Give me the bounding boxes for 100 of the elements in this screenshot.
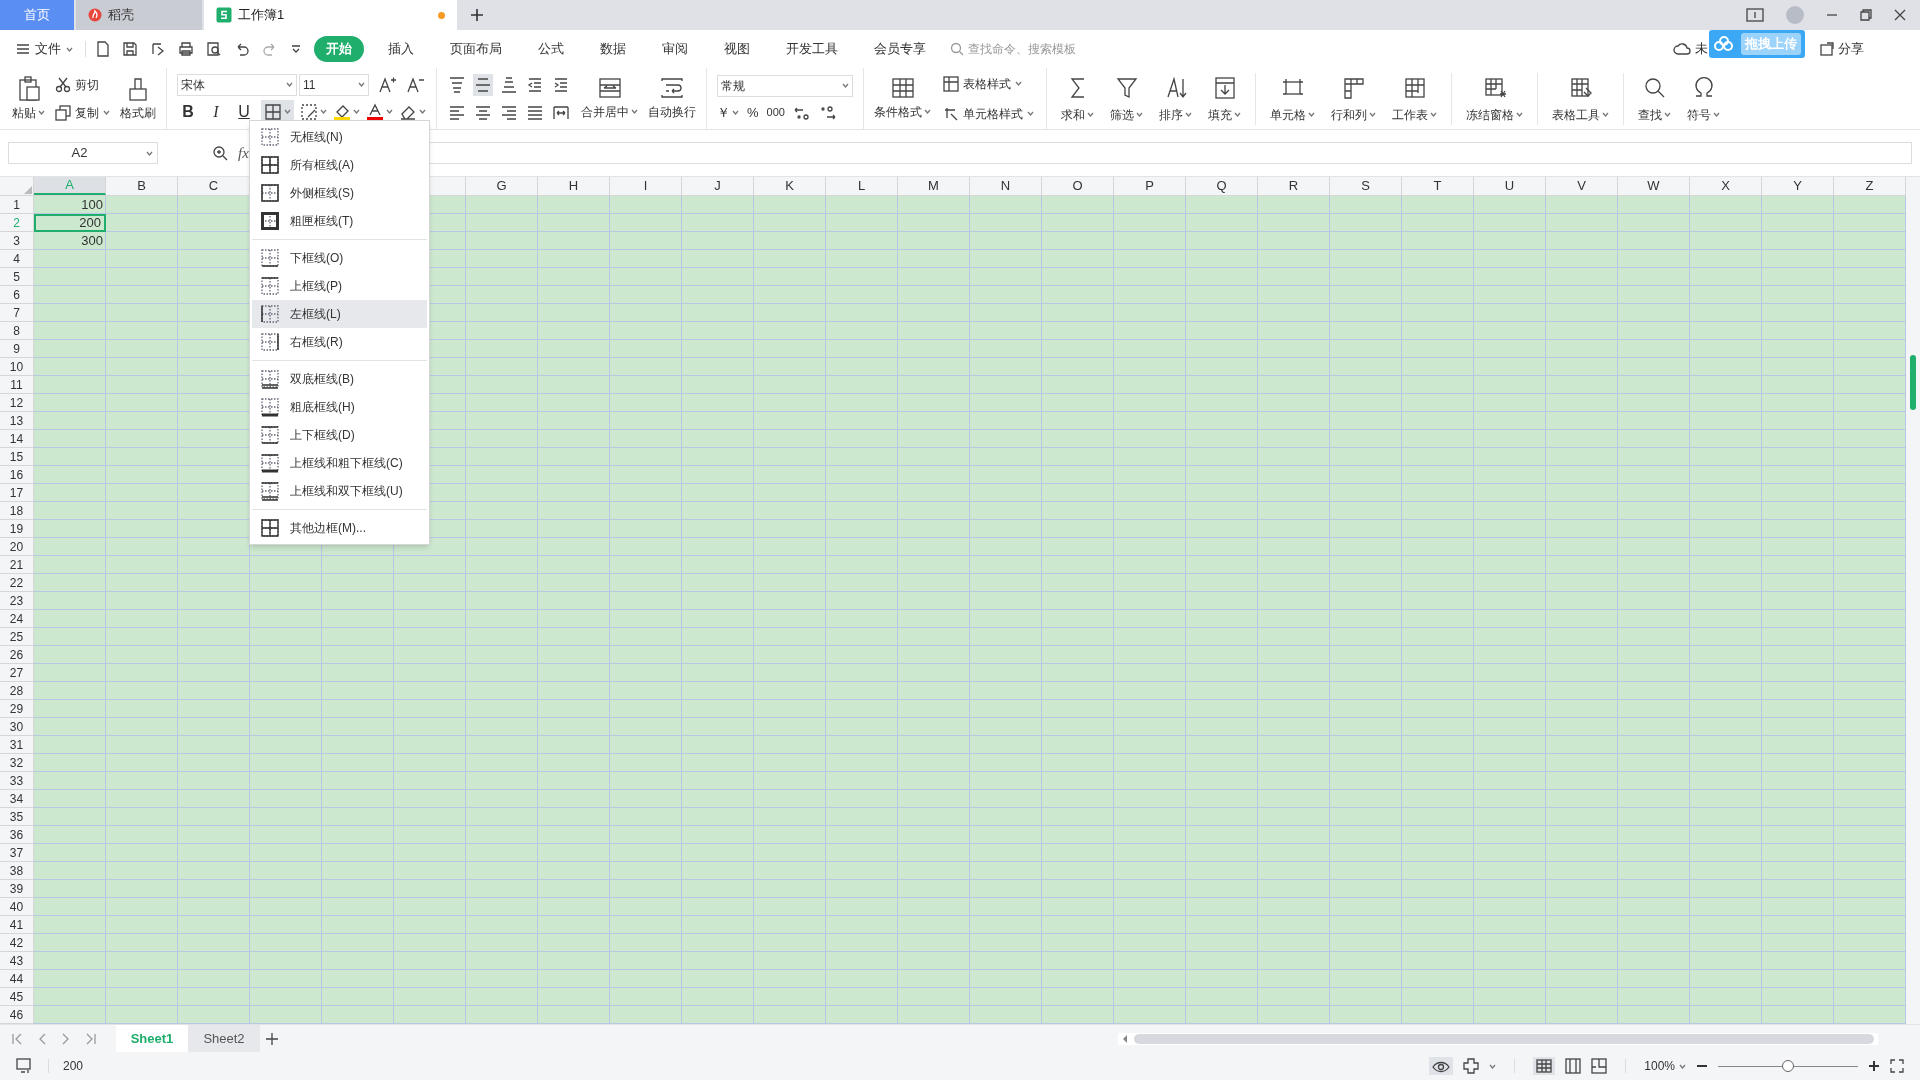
normal-view-button[interactable] <box>1533 1057 1556 1075</box>
column-header[interactable]: P <box>1114 177 1186 195</box>
row-header[interactable]: 20 <box>0 538 34 556</box>
row-header[interactable]: 34 <box>0 790 34 808</box>
row-header[interactable]: 13 <box>0 412 34 430</box>
ribbon-button[interactable]: 排序 <box>1151 73 1200 124</box>
row-header[interactable]: 31 <box>0 736 34 754</box>
ribbon-button[interactable]: 填充 <box>1200 73 1249 124</box>
row-header[interactable]: 17 <box>0 484 34 502</box>
row-header[interactable]: 9 <box>0 340 34 358</box>
row-header[interactable]: 3 <box>0 232 34 250</box>
menu-item[interactable]: 外侧框线(S) <box>252 179 427 207</box>
align-button[interactable] <box>473 73 493 96</box>
ribbon-button[interactable]: 工作表 <box>1384 73 1445 124</box>
row-header[interactable]: 26 <box>0 646 34 664</box>
zoom-slider[interactable] <box>1718 1060 1858 1072</box>
sync-status[interactable]: 未 <box>1695 39 1708 59</box>
ribbon-tab[interactable]: 插入 <box>376 36 426 62</box>
ribbon-button[interactable]: 求和 <box>1053 73 1102 124</box>
table-cell[interactable]: 200 <box>34 214 106 232</box>
row-header[interactable]: 15 <box>0 448 34 466</box>
column-header[interactable]: T <box>1402 177 1474 195</box>
row-header[interactable]: 6 <box>0 286 34 304</box>
menu-item[interactable]: 上框线和双下框线(U) <box>252 477 427 505</box>
row-header[interactable]: 11 <box>0 376 34 394</box>
table-style-button[interactable]: 表格样式 <box>941 70 1036 97</box>
row-header[interactable]: 39 <box>0 880 34 898</box>
ribbon-button[interactable]: 查找 <box>1630 73 1679 124</box>
row-header[interactable]: 37 <box>0 844 34 862</box>
ribbon-tab[interactable]: 视图 <box>712 36 762 62</box>
function-label[interactable]: fx <box>238 141 249 165</box>
row-header[interactable]: 24 <box>0 610 34 628</box>
table-cell[interactable]: 100 <box>34 196 106 214</box>
column-header[interactable]: V <box>1546 177 1618 195</box>
row-header[interactable]: 16 <box>0 466 34 484</box>
column-header[interactable]: Y <box>1762 177 1834 195</box>
file-menu[interactable]: 文件 <box>16 39 73 59</box>
menu-item[interactable]: 左框线(L) <box>252 300 427 328</box>
font-style-button[interactable]: B <box>177 100 199 123</box>
column-header[interactable]: O <box>1042 177 1114 195</box>
zoom-level[interactable]: 100% <box>1644 1057 1686 1075</box>
column-header[interactable]: J <box>682 177 754 195</box>
row-header[interactable]: 22 <box>0 574 34 592</box>
column-header[interactable]: S <box>1330 177 1402 195</box>
conditional-format-button[interactable]: 条件格式 <box>874 76 931 121</box>
thousands-button[interactable]: 000 <box>766 104 785 121</box>
row-header[interactable]: 12 <box>0 394 34 412</box>
row-header[interactable]: 14 <box>0 430 34 448</box>
wrap-text-button[interactable]: 自动换行 <box>648 76 696 121</box>
column-header[interactable]: G <box>466 177 538 195</box>
number-format-field[interactable]: 常规 <box>717 74 853 97</box>
row-header[interactable]: 7 <box>0 304 34 322</box>
row-header[interactable]: 41 <box>0 916 34 934</box>
ribbon-tab[interactable]: 审阅 <box>650 36 700 62</box>
ribbon-button[interactable]: 表格工具 <box>1544 73 1617 124</box>
ribbon-tab[interactable]: 会员专享 <box>862 36 938 62</box>
column-header[interactable]: L <box>826 177 898 195</box>
row-header[interactable]: 45 <box>0 988 34 1006</box>
column-header[interactable]: N <box>970 177 1042 195</box>
menu-item[interactable]: 下框线(O) <box>252 244 427 272</box>
menu-item[interactable]: 粗底框线(H) <box>252 393 427 421</box>
font-color-button[interactable] <box>366 102 393 121</box>
column-header[interactable]: U <box>1474 177 1546 195</box>
font-style-button[interactable]: U <box>233 100 255 123</box>
copy-button[interactable]: 复制 <box>53 99 112 126</box>
row-header[interactable]: 23 <box>0 592 34 610</box>
column-header[interactable]: Q <box>1186 177 1258 195</box>
menu-item[interactable]: 其他边框(M)... <box>252 514 427 542</box>
cell-style-button[interactable]: 单元格样式 <box>941 100 1036 127</box>
row-header[interactable]: 38 <box>0 862 34 880</box>
sheet-tab[interactable]: Sheet2 <box>188 1024 260 1053</box>
row-header[interactable]: 40 <box>0 898 34 916</box>
row-header[interactable]: 1 <box>0 196 34 214</box>
ribbon-button[interactable]: 筛选 <box>1102 73 1151 124</box>
ribbon-button[interactable]: 单元格 <box>1262 73 1323 124</box>
row-header[interactable]: 4 <box>0 250 34 268</box>
ribbon-button[interactable]: 符号 <box>1679 73 1728 124</box>
row-header[interactable]: 29 <box>0 700 34 718</box>
name-box[interactable]: A2 <box>8 142 158 164</box>
currency-button[interactable]: ￥ <box>717 102 739 123</box>
vertical-scrollbar[interactable] <box>1906 177 1920 1024</box>
ribbon-tab[interactable]: 开发工具 <box>774 36 850 62</box>
menu-item[interactable]: 粗匣框线(T) <box>252 207 427 235</box>
row-header[interactable]: 46 <box>0 1006 34 1024</box>
row-header[interactable]: 33 <box>0 772 34 790</box>
column-header[interactable]: X <box>1690 177 1762 195</box>
table-cell[interactable]: 300 <box>34 232 106 250</box>
row-header[interactable]: 19 <box>0 520 34 538</box>
row-header[interactable]: 28 <box>0 682 34 700</box>
column-header[interactable]: M <box>898 177 970 195</box>
row-header[interactable]: 25 <box>0 628 34 646</box>
font-size-field[interactable]: 11 <box>299 73 369 96</box>
cell-style-button[interactable] <box>300 102 327 121</box>
menu-item[interactable]: 右框线(R) <box>252 328 427 356</box>
column-header[interactable]: H <box>538 177 610 195</box>
ribbon-tab[interactable]: 页面布局 <box>438 36 514 62</box>
row-header[interactable]: 43 <box>0 952 34 970</box>
row-header[interactable]: 42 <box>0 934 34 952</box>
row-header[interactable]: 36 <box>0 826 34 844</box>
zoom-slider-thumb[interactable] <box>1782 1060 1794 1072</box>
